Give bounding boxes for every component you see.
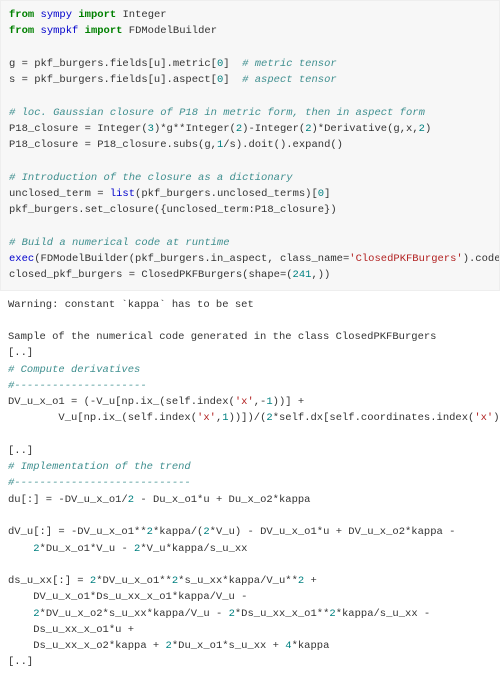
code-text: P18_closure = P18_closure.subs(g, (9, 139, 217, 151)
output-line: dV_u[:] = -DV_u_x_o1** (8, 526, 147, 538)
output-line: *DV_u_x_o2*s_u_xx*kappa/V_u - (40, 608, 229, 620)
code-text: (pkf_burgers.unclosed_terms)[ (135, 188, 318, 200)
name-fdmodelbuilder: FDModelBuilder (129, 25, 217, 37)
code-text: ] (223, 58, 242, 70)
code-text: )*Derivative(g,x, (312, 123, 419, 135)
output-line (8, 608, 33, 620)
output-line: ,- (254, 396, 267, 408)
code-text: pkf_burgers.set_closure({unclosed_term:P… (9, 204, 337, 216)
code-text: g = pkf_burgers.fields[u].metric[ (9, 58, 217, 70)
comment: # Introduction of the closure as a dicti… (9, 172, 293, 184)
comment: #---------------------------- (8, 477, 191, 489)
module-sympy: sympy (41, 9, 73, 21)
keyword-import: import (78, 9, 116, 21)
output-line: *kappa/( (153, 526, 203, 538)
output-line: )]) (493, 412, 500, 424)
code-text: )-Integer( (242, 123, 305, 135)
string: 'x' (197, 412, 216, 424)
comment: #--------------------- (8, 380, 147, 392)
comment: # Build a numerical code at runtime (9, 237, 230, 249)
code-text: ) (425, 123, 431, 135)
output-line: Ds_u_xx_x_o2*kappa + (8, 640, 166, 652)
output-line: [..] (8, 656, 33, 668)
output-line (8, 543, 33, 555)
code-text: unclosed_term = (9, 188, 110, 200)
output-line: ))])/( (229, 412, 267, 424)
output-line: DV_u_x_o1*Ds_u_xx_x_o1*kappa/V_u - (8, 591, 247, 603)
output-line: V_u[np.ix_(self.index( (8, 412, 197, 424)
code-text: P18_closure = Integer( (9, 123, 148, 135)
output-line: *kappa (292, 640, 330, 652)
output-line: *self.dx[self.coordinates.index( (273, 412, 475, 424)
code-text: (FDModelBuilder(pkf_burgers.in_aspect, c… (34, 253, 349, 265)
name-integer: Integer (122, 9, 166, 21)
output-line: *V_u*kappa/s_u_xx (140, 543, 247, 555)
output-line: du[:] = -DV_u_x_o1/ (8, 494, 128, 506)
output-line: *s_u_xx*kappa/V_u** (178, 575, 298, 587)
output-line: + (304, 575, 317, 587)
comment: # Compute derivatives (8, 364, 140, 376)
string: 'x' (474, 412, 493, 424)
code-text: ] (223, 74, 242, 86)
output-line: *DV_u_x_o1** (96, 575, 172, 587)
output-line: DV_u_x_o1 = (-V_u[np.ix_(self.index( (8, 396, 235, 408)
keyword-from: from (9, 25, 34, 37)
code-text: closed_pkf_burgers = ClosedPKFBurgers(sh… (9, 269, 293, 281)
output-line: Ds_u_xx_x_o1*u + (8, 624, 134, 636)
output-line: *V_u) - DV_u_x_o1*u + DV_u_x_o2*kappa - (210, 526, 456, 538)
comment: # Implementation of the trend (8, 461, 191, 473)
module-sympkf: sympkf (41, 25, 79, 37)
comment: # metric tensor (242, 58, 337, 70)
code-text: s = pkf_burgers.fields[u].aspect[ (9, 74, 217, 86)
output-line: *Du_x_o1*s_u_xx + (172, 640, 285, 652)
output-line: [..] (8, 445, 33, 457)
code-text: ,)) (311, 269, 330, 281)
output-line: *Du_x_o1*V_u - (40, 543, 135, 555)
output-cell: Warning: constant `kappa` has to be set … (0, 291, 500, 677)
comment: # loc. Gaussian closure of P18 in metric… (9, 107, 425, 119)
output-line: *kappa/s_u_xx - (336, 608, 431, 620)
builtin-exec: exec (9, 253, 34, 265)
builtin-list: list (110, 188, 135, 200)
output-line: *Ds_u_xx_x_o1** (235, 608, 330, 620)
output-line: ))] + (273, 396, 305, 408)
code-text: ] (324, 188, 330, 200)
keyword-import: import (85, 25, 123, 37)
code-text: )*g**Integer( (154, 123, 236, 135)
number: 241 (293, 269, 312, 281)
output-line: [..] (8, 347, 33, 359)
comment: # aspect tensor (242, 74, 337, 86)
output-line: Warning: constant `kappa` has to be set (8, 299, 254, 311)
keyword-from: from (9, 9, 34, 21)
output-line: ds_u_xx[:] = (8, 575, 90, 587)
code-text: /s).doit().expand() (223, 139, 343, 151)
output-line: Sample of the numerical code generated i… (8, 331, 436, 343)
string: 'x' (235, 396, 254, 408)
input-code-cell: from sympy import Integer from sympkf im… (0, 0, 500, 291)
code-text: ).code) (463, 253, 500, 265)
output-line: - Du_x_o1*u + Du_x_o2*kappa (134, 494, 310, 506)
string: 'ClosedPKFBurgers' (349, 253, 462, 265)
